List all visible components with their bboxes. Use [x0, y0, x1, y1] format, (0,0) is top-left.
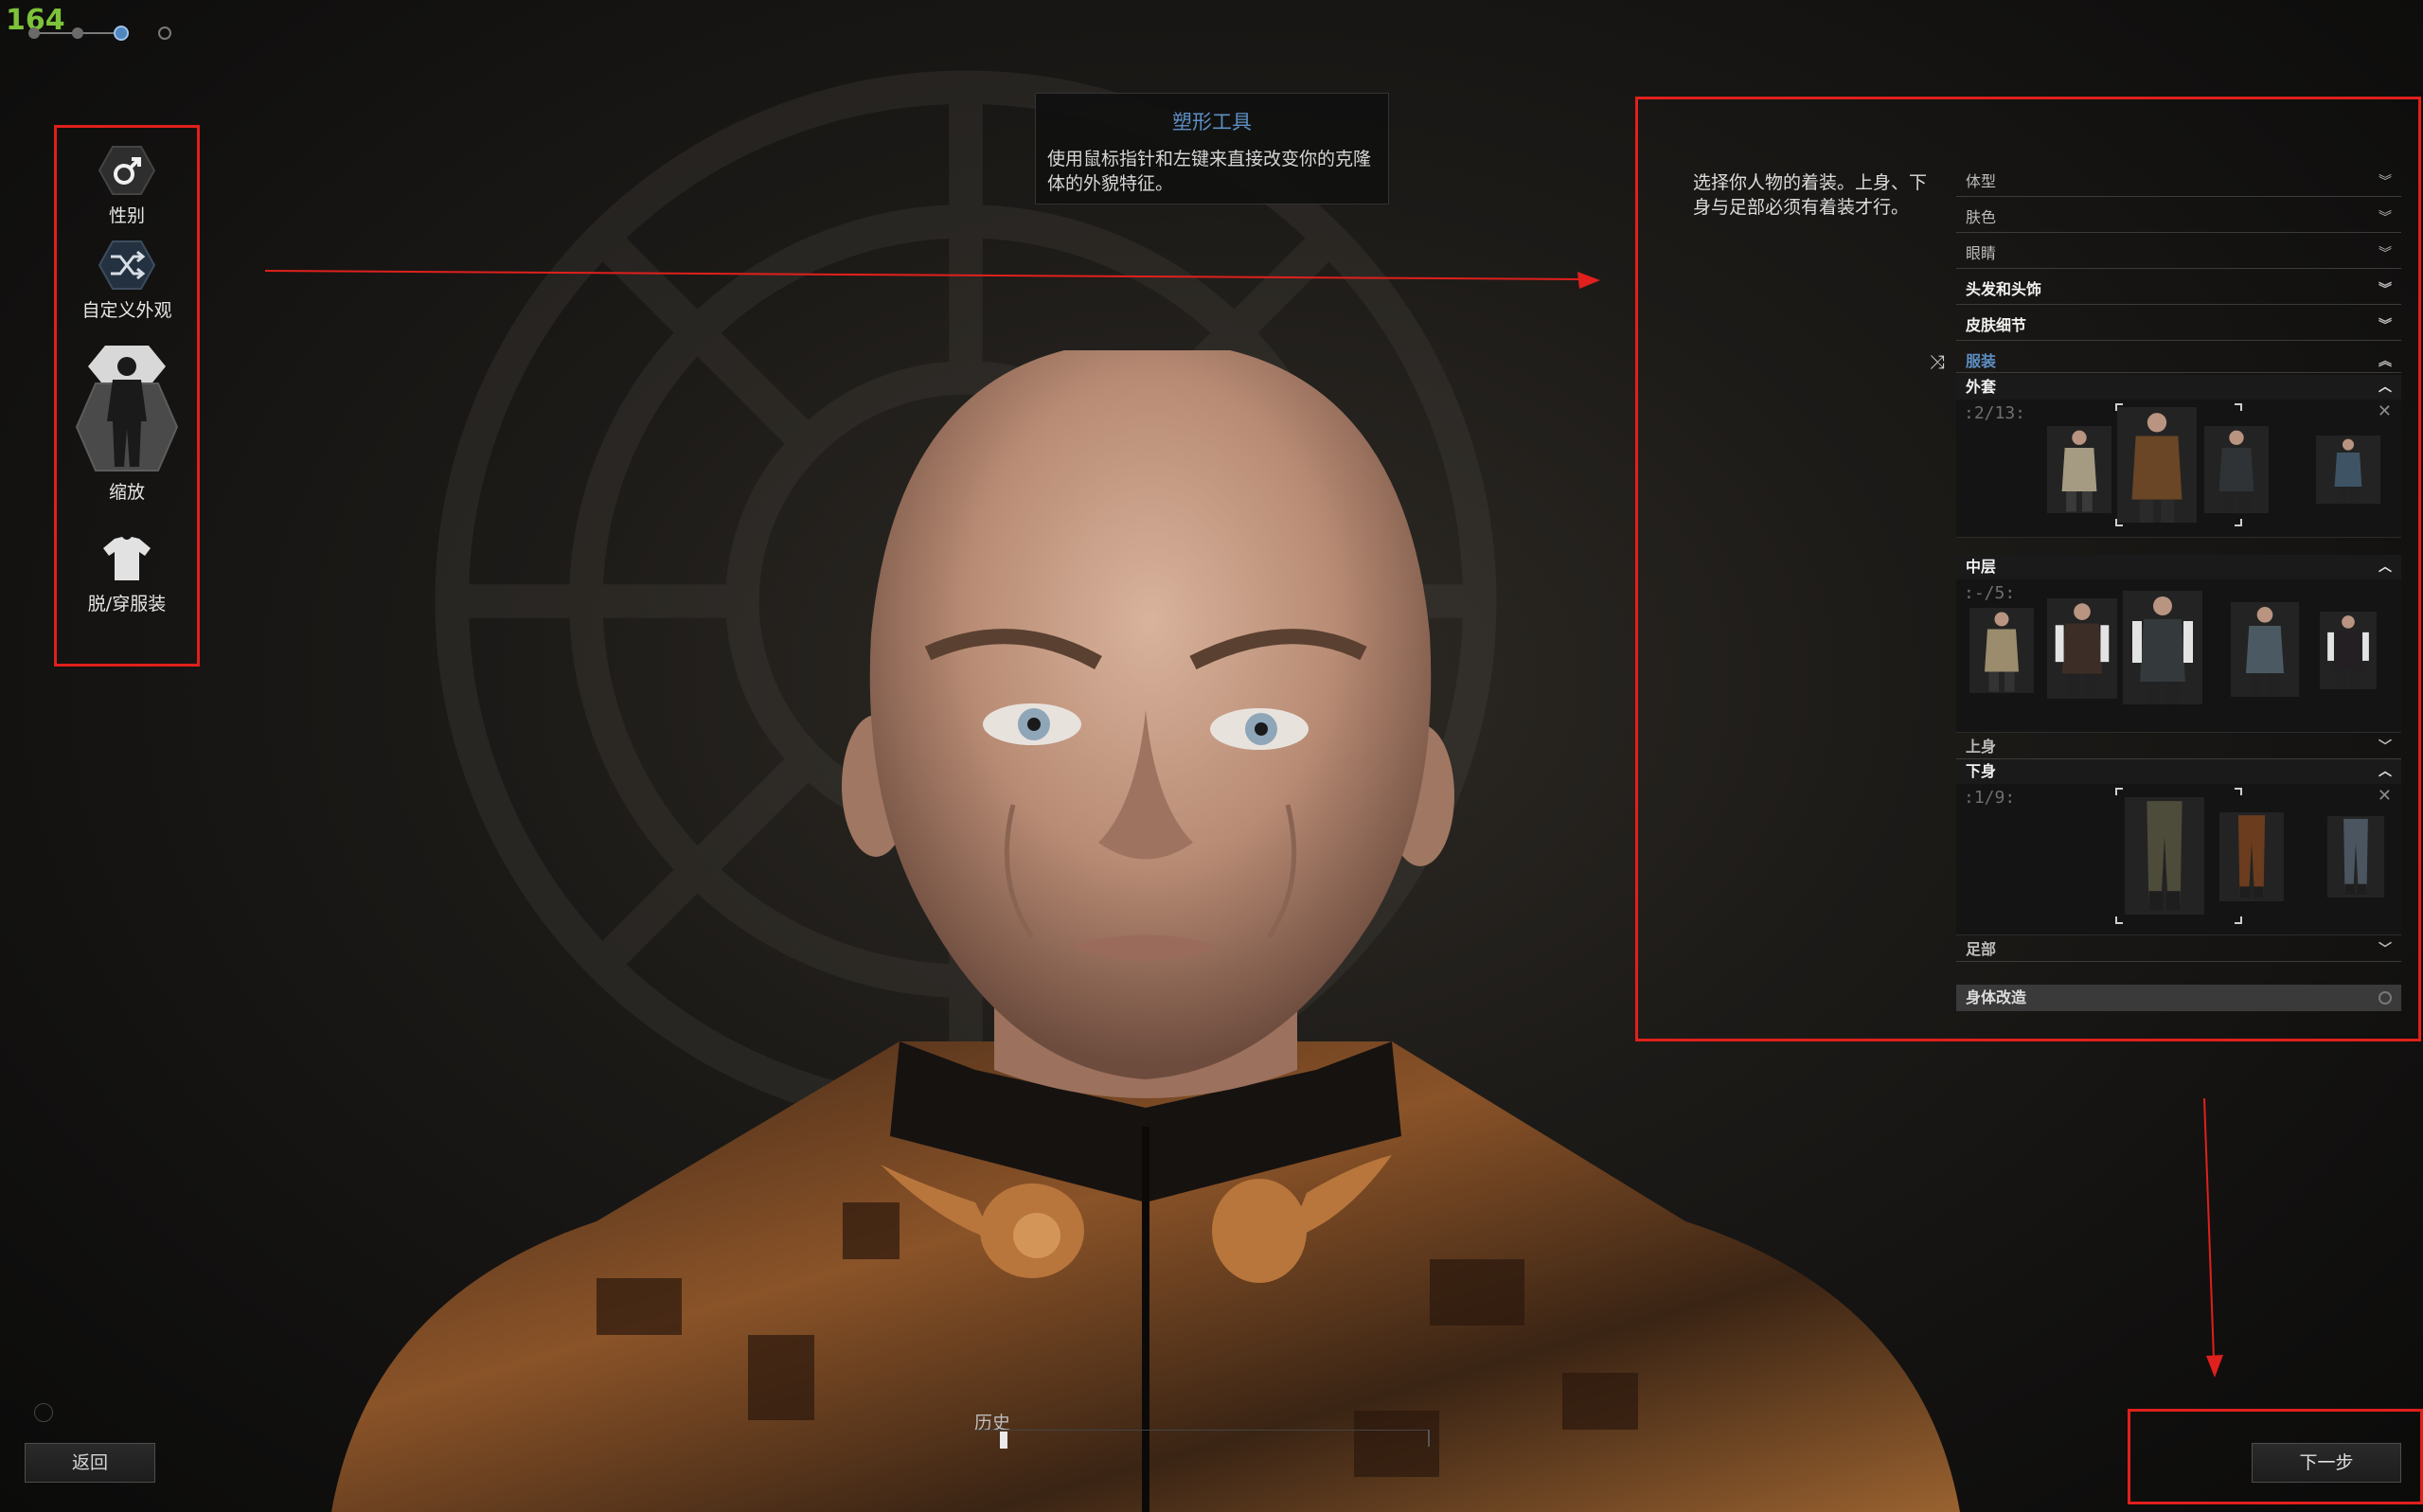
lower-option-2[interactable] [2219, 812, 2284, 901]
section-eyes[interactable]: 眼睛 ︾ [1956, 240, 2401, 269]
selection-corner [2115, 788, 2123, 795]
middle-layer-header[interactable]: 中层 ︿ [1956, 555, 2401, 579]
middle-option-1[interactable] [1969, 608, 2034, 693]
collapse-chevron-icon: ︽ [2378, 354, 2392, 369]
feet-label: 足部 [1966, 940, 1997, 958]
step-dot-4 [158, 27, 171, 40]
male-gender-icon [98, 146, 156, 195]
history-slider-handle[interactable] [1000, 1432, 1007, 1449]
remove-lower-icon[interactable]: ✕ [2378, 786, 2392, 806]
expand-chevron-icon: ︾ [2378, 210, 2392, 225]
section-body-type-label: 体型 [1966, 172, 1997, 190]
custom-appearance-label: 自定义外观 [81, 300, 172, 321]
selection-corner [2235, 916, 2242, 924]
body-modification-toggle[interactable]: 身体改造 [1956, 985, 2401, 1011]
tooltip-title: 塑形工具 [1172, 111, 1252, 133]
body-silhouette-icon [75, 346, 179, 471]
section-skin-tone-label: 肤色 [1966, 208, 1997, 226]
shuffle-icon [98, 240, 156, 290]
toggle-radio-icon [2378, 991, 2392, 1005]
outer-layer-header[interactable]: 外套 ︿ [1956, 375, 2401, 400]
small-circle-icon [34, 1403, 53, 1422]
selection-corner [2235, 519, 2242, 526]
remove-outer-icon[interactable]: ✕ [2378, 401, 2392, 421]
toggle-clothing-label: 脱/穿服装 [87, 594, 167, 614]
middle-option-3[interactable] [2123, 591, 2202, 704]
expand-chevron-icon: ︾ [2378, 174, 2392, 189]
upper-body-header[interactable]: 上身 ﹀ [1956, 735, 2401, 759]
lower-option-1-selected[interactable] [2125, 797, 2204, 915]
tooltip-body: 使用鼠标指针和左键来直接改变你的克隆体的外貌特征。 [1047, 149, 1372, 194]
gender-label: 性别 [108, 205, 145, 226]
middle-count: :-/5: [1964, 583, 2016, 603]
section-skin-tone[interactable]: 肤色 ︾ [1956, 205, 2401, 233]
outer-count: :2/13: [1964, 403, 2026, 423]
zoom-tool[interactable]: 缩放 [57, 346, 197, 504]
zoom-label: 缩放 [108, 482, 145, 503]
outer-layer-gallery: :2/13: ✕ [1956, 400, 2401, 538]
section-skin-details[interactable]: 皮肤细节 ︾ [1956, 312, 2401, 341]
shirt-icon [103, 537, 151, 580]
outer-layer-label: 外套 [1966, 378, 1997, 396]
toggle-clothing-tool[interactable]: 脱/穿服装 [57, 533, 197, 615]
selection-corner [2115, 403, 2123, 411]
selection-corner [2115, 916, 2123, 924]
middle-option-2[interactable] [2047, 598, 2117, 699]
outer-option-1[interactable] [2047, 426, 2111, 513]
section-skin-details-label: 皮肤细节 [1966, 316, 2027, 334]
expand-chevron-icon: ︾ [2378, 246, 2392, 261]
step-dot-3 [114, 26, 129, 41]
randomize-clothing-icon[interactable]: ⤨ [1930, 350, 1945, 373]
collapse-chevron-icon: ︿ [2378, 764, 2392, 779]
section-hair-headwear[interactable]: 头发和头饰 ︾ [1956, 276, 2401, 305]
middle-option-4[interactable] [2231, 602, 2299, 697]
section-body-type[interactable]: 体型 ︾ [1956, 169, 2401, 197]
history-slider-track[interactable] [975, 1430, 1430, 1450]
collapse-chevron-icon: ︿ [2378, 380, 2392, 395]
selection-corner [2235, 788, 2242, 795]
annotation-arrow-right [265, 270, 1600, 289]
section-hair-headwear-label: 头发和头饰 [1966, 280, 2042, 298]
tool-panel-highlight: 性别 自定义外观 缩放 脱/穿服装 [54, 125, 200, 667]
body-modification-label: 身体改造 [1966, 988, 2027, 1006]
customization-accordion: 体型 ︾ 肤色 ︾ 眼睛 ︾ 头发和头饰 ︾ 皮肤细节 ︾ 服装 ︽ 外套 ︿ … [1956, 169, 2401, 1021]
expand-chevron-icon: ︾ [2378, 282, 2392, 297]
section-clothing-label: 服装 [1966, 352, 1997, 370]
next-step-button[interactable]: 下一步 [2252, 1443, 2401, 1483]
selection-corner [2235, 403, 2242, 411]
expand-chevron-icon: ﹀ [2378, 942, 2392, 957]
outer-option-2-selected[interactable] [2117, 407, 2197, 523]
outer-option-4[interactable] [2316, 436, 2380, 504]
lower-body-header[interactable]: 下身 ︿ [1956, 759, 2401, 784]
lower-option-3[interactable] [2327, 816, 2384, 898]
lower-body-label: 下身 [1966, 762, 1997, 780]
middle-layer-gallery: :-/5: [1956, 579, 2401, 733]
history-slider-end [1428, 1430, 1430, 1447]
section-clothing[interactable]: 服装 ︽ [1956, 348, 2401, 373]
expand-chevron-icon: ︾ [2378, 318, 2392, 333]
step-dot-2 [72, 27, 83, 39]
section-eyes-label: 眼睛 [1966, 244, 1997, 262]
step-progress-indicator [28, 26, 171, 41]
annotation-arrow-down [2203, 1098, 2223, 1378]
lower-body-gallery: :1/9: ✕ [1956, 784, 2401, 935]
sculpt-tool-tooltip: 塑形工具 使用鼠标指针和左键来直接改变你的克隆体的外貌特征。 [1035, 93, 1389, 205]
feet-header[interactable]: 足部 ﹀ [1956, 937, 2401, 962]
middle-option-5[interactable] [2320, 612, 2377, 689]
outer-option-3[interactable] [2204, 426, 2269, 513]
upper-body-label: 上身 [1966, 738, 1997, 756]
step-dot-1 [28, 27, 40, 39]
back-button[interactable]: 返回 [25, 1443, 155, 1483]
expand-chevron-icon: ﹀ [2378, 739, 2392, 755]
gender-tool[interactable]: 性别 [57, 145, 197, 227]
collapse-chevron-icon: ︿ [2378, 560, 2392, 575]
lower-count: :1/9: [1964, 788, 2016, 808]
clothing-instructions: 选择你人物的着装。上身、下身与足部必须有着装才行。 [1693, 172, 1928, 218]
custom-appearance-tool[interactable]: 自定义外观 [57, 240, 197, 322]
selection-corner [2115, 519, 2123, 526]
middle-layer-label: 中层 [1966, 558, 1997, 576]
